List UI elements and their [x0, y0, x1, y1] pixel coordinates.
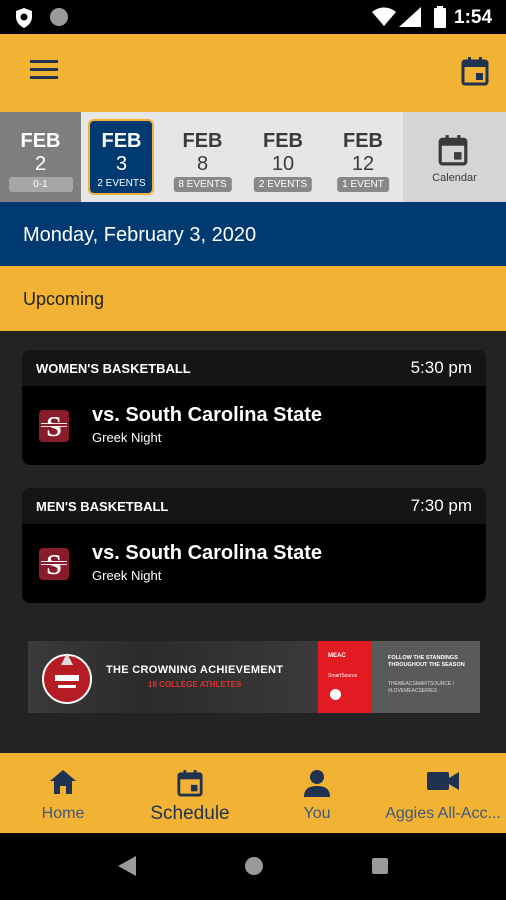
video-camera-icon: [427, 772, 459, 790]
date-events-badge: 2 EVENTS: [253, 177, 313, 192]
home-icon: [50, 770, 76, 794]
wifi-icon: [372, 7, 396, 26]
section-label: Upcoming: [23, 289, 105, 309]
nav-home[interactable]: Home: [0, 753, 126, 833]
nav-you[interactable]: You: [254, 753, 380, 833]
date-item-feb-8[interactable]: FEB 8 8 EVENTS: [162, 112, 243, 202]
date-strip: FEB 2 0-1 FEB 3 2 EVENTS FEB 8 8 EVENTS …: [0, 112, 506, 202]
calendar-icon: [177, 770, 203, 797]
svg-text:S: S: [46, 550, 62, 581]
nav-label: You: [303, 805, 331, 822]
status-bar: 1:54: [0, 0, 506, 34]
nav-label: Home: [41, 805, 85, 822]
date-result-badge: 0-1: [8, 177, 73, 192]
event-opponent: vs. South Carolina State: [92, 404, 323, 426]
date-events-badge: 1 EVENT: [337, 177, 389, 192]
date-month: FEB: [20, 130, 61, 152]
date-month: FEB: [101, 130, 142, 152]
event-time: 7:30 pm: [410, 496, 472, 515]
date-month: FEB: [343, 130, 383, 152]
date-day: 12: [351, 153, 375, 175]
date-day: 2: [34, 153, 47, 175]
selected-date-header: Monday, February 3, 2020: [0, 202, 506, 266]
date-day: 3: [115, 153, 128, 175]
nav-aggies-all-access[interactable]: Aggies All-Acc...: [380, 753, 506, 833]
event-card[interactable]: WOMEN'S BASKETBALL 5:30 pm S vs. South C…: [22, 350, 486, 465]
battery-icon: [434, 6, 446, 28]
nav-label: Schedule: [150, 803, 230, 824]
signal-icon: [399, 7, 421, 27]
ad-info-line1: FOLLOW THE STANDINGS THROUGHOUT THE SEAS…: [388, 655, 465, 668]
trophy-badge-icon: [42, 653, 92, 704]
shield-icon: [16, 8, 32, 28]
date-day: 8: [196, 153, 209, 175]
ad-banner[interactable]: THE CROWNING ACHIEVEMENT 18 COLLEGE ATHL…: [28, 641, 480, 713]
notification-dot-icon: [50, 8, 68, 26]
nav-label: Aggies All-Acc...: [385, 805, 501, 822]
calendar-button[interactable]: Calendar: [403, 112, 506, 202]
calendar-icon: [438, 135, 468, 166]
section-header: Upcoming: [0, 266, 506, 331]
date-item-feb-12[interactable]: FEB 12 1 EVENT: [323, 112, 403, 202]
calendar-label: Calendar: [432, 172, 477, 184]
ad-subtitle: 18 COLLEGE ATHLETES: [148, 680, 242, 689]
event-sport: WOMEN'S BASKETBALL: [36, 361, 191, 376]
date-month: FEB: [263, 130, 303, 152]
system-nav-bar: [0, 833, 506, 900]
date-item-feb-2[interactable]: FEB 2 0-1: [0, 112, 81, 202]
app-bar: [0, 34, 506, 112]
back-icon[interactable]: [118, 856, 136, 876]
date-events-badge: 2 EVENTS: [97, 178, 146, 189]
date-month: FEB: [182, 130, 223, 152]
event-sport: MEN'S BASKETBALL: [36, 499, 169, 514]
clock: 1:54: [454, 7, 493, 28]
svg-text:S: S: [46, 412, 62, 443]
ad-info-line2: THEMEACSMARTSOURCE / #LOVEMEACSERIES: [388, 681, 455, 694]
calendar-icon[interactable]: [461, 56, 489, 86]
date-item-feb-3[interactable]: FEB 3 2 EVENTS: [81, 112, 162, 202]
person-icon: [304, 770, 330, 797]
event-promo: Greek Night: [92, 430, 162, 445]
date-events-badge: 8 EVENTS: [173, 177, 232, 192]
date-day: 10: [271, 153, 295, 175]
event-card[interactable]: MEN'S BASKETBALL 7:30 pm S vs. South Car…: [22, 488, 486, 603]
selected-date-text: Monday, February 3, 2020: [23, 224, 257, 246]
ad-sponsor-line1: MEAC: [328, 653, 346, 659]
ad-sponsor-line2: SmartSource: [328, 673, 358, 679]
sponsor-logo-icon: [330, 689, 341, 700]
event-promo: Greek Night: [92, 568, 162, 583]
menu-icon[interactable]: [30, 58, 58, 80]
home-circle-icon[interactable]: [245, 857, 263, 875]
event-time: 5:30 pm: [410, 358, 472, 377]
nav-schedule[interactable]: Schedule: [126, 753, 254, 833]
event-opponent: vs. South Carolina State: [92, 542, 323, 564]
team-logo-icon: S: [39, 410, 69, 443]
date-item-feb-10[interactable]: FEB 10 2 EVENTS: [243, 112, 323, 202]
recents-icon[interactable]: [372, 858, 388, 874]
bottom-nav: Home Schedule You Aggies All-Acc...: [0, 753, 506, 833]
team-logo-icon: S: [39, 548, 69, 581]
ad-info-panel: [372, 641, 480, 713]
ad-title: THE CROWNING ACHIEVEMENT: [106, 664, 284, 676]
